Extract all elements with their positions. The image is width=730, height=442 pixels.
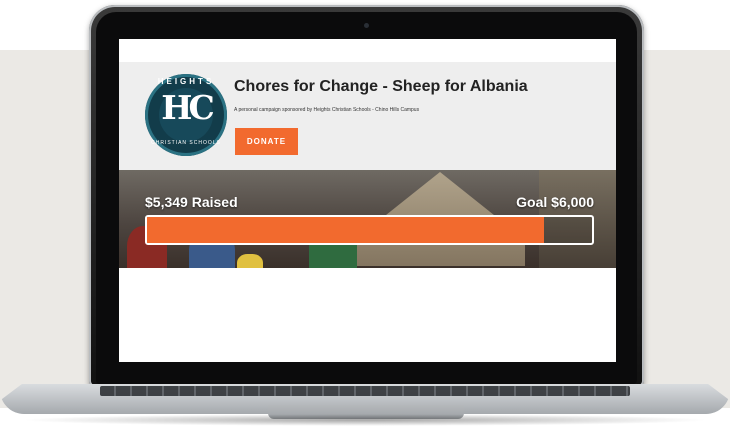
campaign-subtitle: A personal campaign sponsored by Heights… bbox=[234, 107, 420, 113]
laptop-shadow bbox=[20, 414, 710, 426]
banner-person bbox=[237, 254, 263, 268]
laptop-keyboard bbox=[100, 386, 630, 396]
logo-bottom-text: CHRISTIAN SCHOOLS bbox=[151, 140, 221, 146]
camera-icon bbox=[364, 23, 369, 28]
logo-top-text: HEIGHTS bbox=[157, 77, 215, 86]
school-logo[interactable]: HEIGHTS HC CHRISTIAN SCHOOLS bbox=[145, 74, 227, 156]
progress-fill bbox=[147, 217, 544, 243]
goal-amount: Goal $6,000 bbox=[516, 194, 594, 210]
progress-bar bbox=[145, 215, 594, 245]
amount-raised: $5,349 Raised bbox=[145, 194, 238, 210]
donate-button[interactable]: DONATE bbox=[235, 128, 298, 155]
page-top-bar bbox=[119, 39, 616, 62]
campaign-banner-image: $5,349 Raised Goal $6,000 bbox=[119, 170, 616, 268]
page-title: Chores for Change - Sheep for Albania bbox=[234, 78, 528, 95]
browser-screen: HEIGHTS HC CHRISTIAN SCHOOLS Chores for … bbox=[119, 39, 616, 362]
logo-monogram: HC bbox=[161, 88, 214, 127]
campaign-header: HEIGHTS HC CHRISTIAN SCHOOLS Chores for … bbox=[119, 62, 616, 170]
